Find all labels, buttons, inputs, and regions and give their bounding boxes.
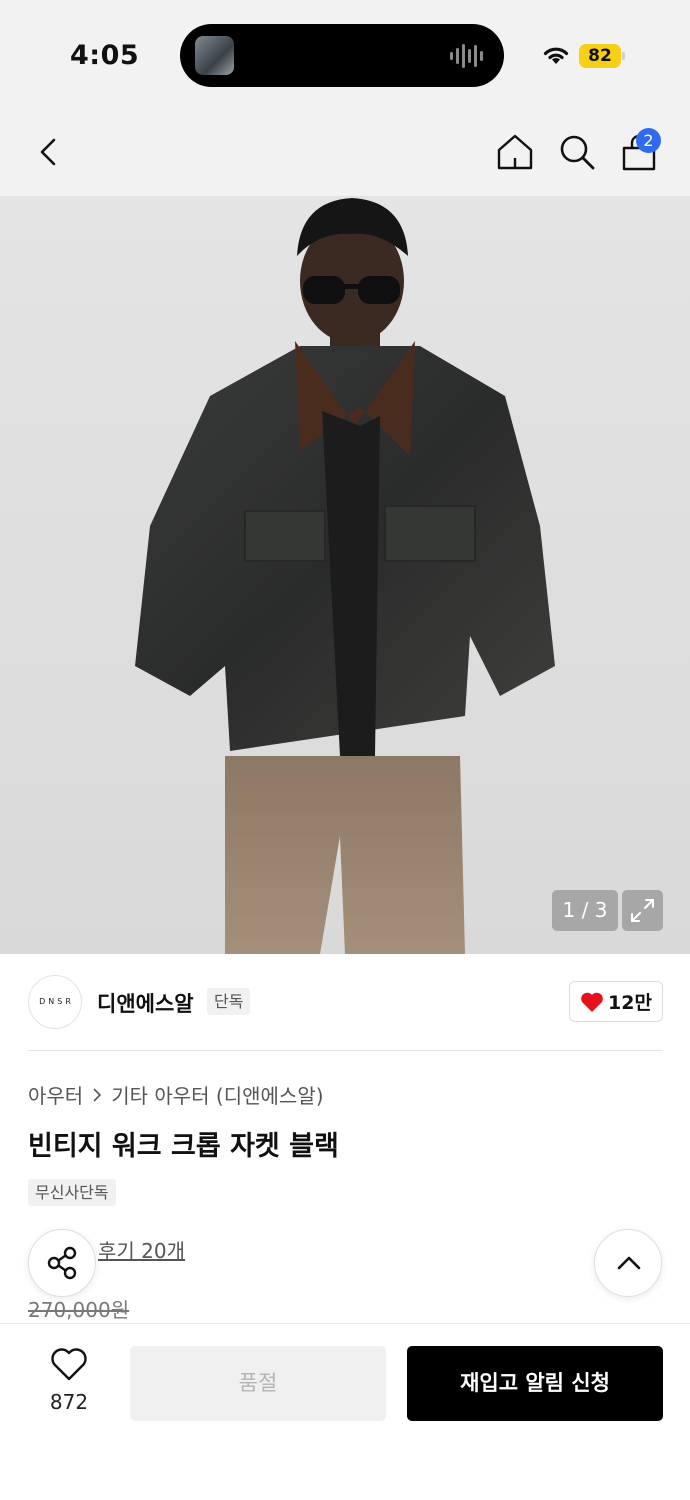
section-divider (28, 1050, 663, 1051)
heart-outline-icon[interactable] (50, 1347, 88, 1382)
chevron-right-icon (93, 1087, 102, 1102)
soldout-button: 품절 (130, 1346, 386, 1421)
status-time: 4:05 (70, 40, 140, 71)
chevron-up-icon (617, 1256, 641, 1270)
battery-level: 82 (579, 44, 621, 68)
scroll-to-top-button[interactable] (594, 1229, 662, 1297)
reviews-link[interactable]: 후기 20개 (98, 1235, 185, 1264)
now-playing-thumbnail (195, 36, 234, 75)
restock-alert-button[interactable]: 재입고 알림 신청 (407, 1346, 663, 1421)
product-image[interactable] (0, 196, 690, 954)
top-nav-bar (0, 110, 690, 196)
product-title: 빈티지 워크 크롭 자켓 블랙 (28, 1131, 339, 1162)
brand-exclusive-tag: 단독 (207, 988, 251, 1015)
back-arrow-icon[interactable] (30, 130, 70, 174)
brand-name[interactable]: 디앤에스알 (97, 988, 194, 1018)
wish-count: 872 (49, 1390, 89, 1414)
musinsa-exclusive-tag: 무신사단독 (28, 1179, 116, 1206)
breadcrumb-item[interactable]: 기타 아우터 (디앤에스알) (111, 1080, 323, 1109)
cart-count-badge: 2 (636, 128, 661, 153)
share-button[interactable] (28, 1229, 96, 1297)
battery-tip (622, 52, 625, 60)
share-icon (47, 1246, 77, 1280)
heart-filled-icon (581, 992, 603, 1012)
expand-icon[interactable] (622, 890, 663, 931)
wifi-icon (543, 47, 569, 64)
search-icon[interactable] (556, 130, 598, 174)
dynamic-island[interactable] (180, 24, 504, 87)
image-counter: 1 / 3 (552, 890, 618, 931)
home-icon[interactable] (494, 130, 536, 174)
brand-like-count: 12만 (608, 992, 652, 1014)
breadcrumb: 아우터 기타 아우터 (디앤에스알) (28, 1080, 324, 1109)
original-price: 270,000원 (28, 1298, 130, 1322)
brand-logo[interactable]: DNSR (28, 975, 82, 1029)
brand-like-button[interactable]: 12만 (569, 981, 663, 1022)
audio-wave-icon (450, 44, 483, 68)
breadcrumb-item[interactable]: 아우터 (28, 1080, 83, 1109)
product-photo-illustration (0, 196, 690, 954)
